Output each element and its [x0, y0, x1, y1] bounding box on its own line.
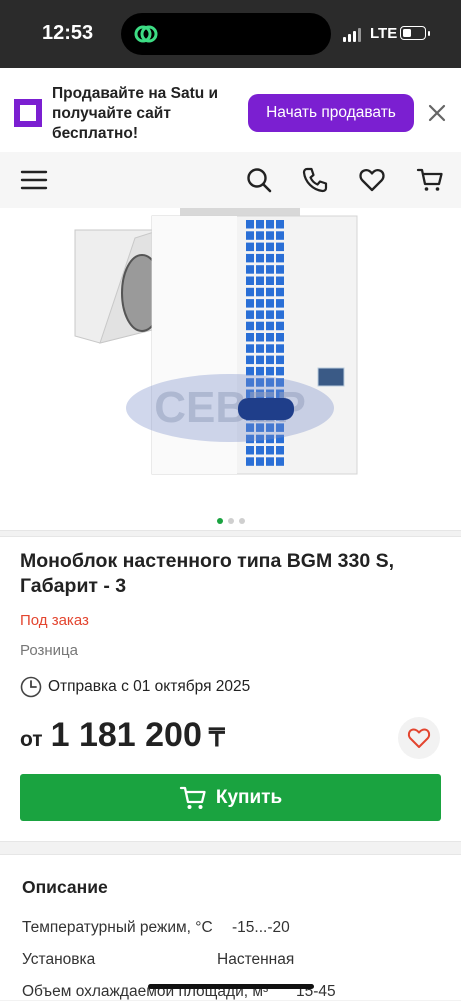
- spec-value: Настенная: [217, 951, 295, 968]
- cart-icon: [179, 786, 206, 809]
- status-bar: 12:53 LTE: [0, 0, 461, 68]
- search-icon[interactable]: [245, 166, 273, 194]
- spec-row: Установка: [22, 951, 95, 969]
- link-icon: [134, 25, 158, 43]
- site-header: [0, 152, 461, 208]
- menu-icon[interactable]: [20, 166, 48, 194]
- home-indicator: [148, 984, 314, 989]
- slide-dot[interactable]: [239, 518, 245, 524]
- price: от 1 181 200 ₸: [20, 716, 225, 760]
- availability-status: Под заказ: [20, 612, 89, 629]
- promo-banner: Продавайте на Satu и получайте сайт бесп…: [0, 68, 461, 152]
- slide-indicator: [213, 515, 249, 527]
- heart-icon[interactable]: [358, 166, 386, 194]
- shipping-text: Отправка с 01 октября 2025: [48, 678, 251, 695]
- spec-row: Температурный режим, °С: [22, 919, 213, 937]
- slide-dot[interactable]: [228, 518, 234, 524]
- shipping-info: Отправка с 01 октября 2025: [20, 676, 250, 698]
- signal-icon: [343, 28, 363, 42]
- dynamic-island: [121, 13, 331, 55]
- price-value: 1 181 200: [50, 716, 202, 754]
- buy-button[interactable]: Купить: [20, 774, 441, 821]
- clock-icon: [20, 676, 42, 698]
- cart-icon[interactable]: [416, 166, 444, 194]
- add-to-favorites-button[interactable]: [398, 717, 440, 759]
- buy-label: Купить: [215, 786, 283, 808]
- banner-text: Продавайте на Satu и получайте сайт бесп…: [52, 85, 219, 142]
- heart-icon: [407, 728, 431, 748]
- product-gallery[interactable]: CEBEP: [0, 208, 461, 531]
- description-title: Описание: [22, 877, 108, 897]
- sale-type: Розница: [20, 642, 78, 659]
- close-icon[interactable]: [426, 102, 448, 124]
- product-image: CEBEP: [74, 208, 358, 475]
- battery-icon: [400, 26, 426, 40]
- status-time: 12:53: [42, 22, 94, 44]
- network-type: LTE: [370, 25, 398, 42]
- spec-value: -15...-20: [232, 919, 290, 936]
- product-title: Моноблок настенного типа BGM 330 S, Габа…: [20, 550, 395, 597]
- currency-symbol: ₸: [208, 724, 225, 752]
- price-prefix: от: [20, 728, 43, 751]
- phone-icon[interactable]: [301, 166, 329, 194]
- spec-label: Температурный режим, °С: [22, 919, 213, 936]
- spec-label: Установка: [22, 951, 96, 968]
- slide-dot[interactable]: [217, 518, 223, 524]
- start-selling-button[interactable]: Начать продавать: [248, 94, 414, 132]
- satu-logo-icon: [14, 99, 42, 127]
